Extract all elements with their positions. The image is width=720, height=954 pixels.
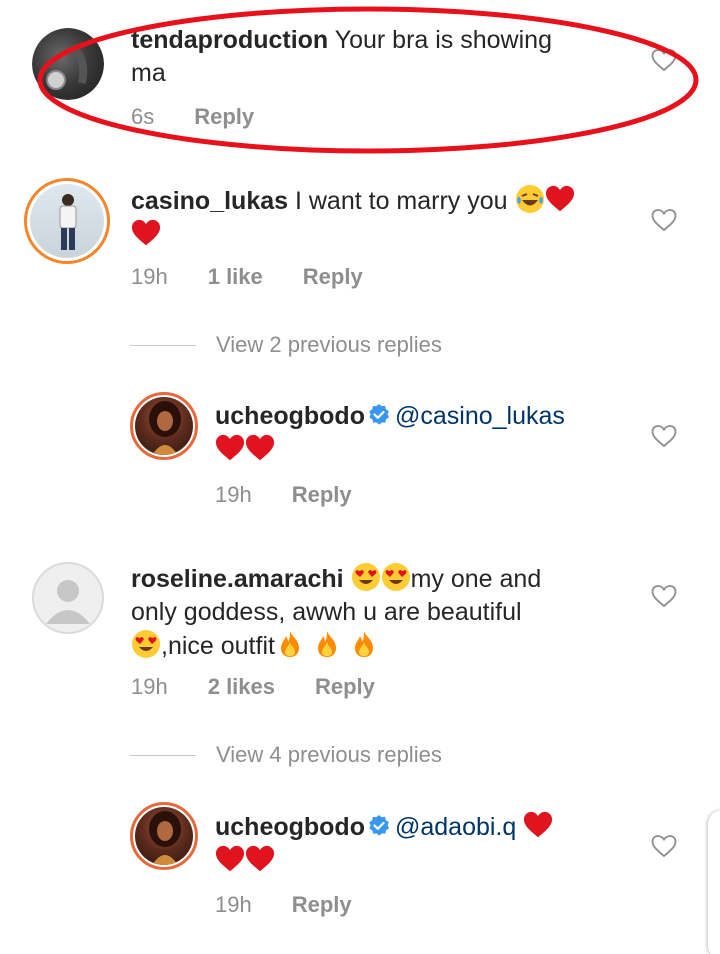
mention-link[interactable]: @adaobi.q bbox=[395, 813, 516, 841]
like-heart-icon[interactable] bbox=[651, 584, 677, 608]
comment-username[interactable]: roseline.amarachi bbox=[131, 565, 344, 593]
comment-meta: 19h 2 likes Reply bbox=[131, 674, 415, 700]
comment-username[interactable]: casino_lukas bbox=[131, 187, 288, 215]
like-heart-icon[interactable] bbox=[651, 424, 677, 448]
reply-username[interactable]: ucheogbodo bbox=[215, 402, 365, 430]
comment-body: I want to marry you bbox=[288, 187, 508, 215]
laughing-crying-emoji-icon bbox=[515, 184, 545, 214]
reply-item: ucheogbodo @adaobi.q 19h Reply bbox=[0, 790, 720, 940]
reply-time: 19h bbox=[215, 892, 252, 917]
comment-body-line3: ,nice outfit bbox=[161, 632, 275, 660]
heart-eyes-emoji-icon bbox=[351, 562, 381, 592]
comment-text: roseline.amarachi my one and only goddes… bbox=[131, 562, 631, 663]
red-heart-emoji-icon bbox=[215, 433, 245, 463]
like-heart-icon[interactable] bbox=[651, 208, 677, 232]
reply-meta: 19h Reply bbox=[215, 892, 392, 918]
reply-button[interactable]: Reply bbox=[292, 892, 352, 917]
reply-button[interactable]: Reply bbox=[303, 264, 363, 289]
comment-item: casino_lukas I want to marry you 19h 1 li… bbox=[0, 160, 720, 300]
heart-eyes-emoji-icon bbox=[131, 629, 161, 659]
red-heart-emoji-icon bbox=[131, 218, 161, 248]
red-heart-emoji-icon bbox=[215, 844, 245, 874]
comment-body: my one and bbox=[410, 565, 542, 593]
reply-text: ucheogbodo @adaobi.q bbox=[215, 810, 635, 878]
red-heart-emoji-icon bbox=[545, 184, 575, 214]
likes-count[interactable]: 2 likes bbox=[208, 674, 275, 699]
comment-text: casino_lukas I want to marry you bbox=[131, 184, 631, 252]
verified-badge-icon bbox=[367, 403, 391, 427]
comment-meta: 19h 1 like Reply bbox=[131, 264, 403, 290]
divider bbox=[130, 754, 196, 756]
reply-item: ucheogbodo @casino_lukas 19h Reply bbox=[0, 380, 720, 520]
reply-button[interactable]: Reply bbox=[292, 482, 352, 507]
comment-body-line2: only goddess, awwh u are beautiful bbox=[131, 598, 522, 626]
reply-button[interactable]: Reply bbox=[315, 674, 375, 699]
fire-emoji-icon bbox=[275, 629, 305, 659]
red-heart-emoji-icon bbox=[523, 810, 553, 840]
divider bbox=[130, 344, 196, 346]
comment-time: 19h bbox=[131, 264, 168, 289]
view-replies-label[interactable]: View 4 previous replies bbox=[216, 742, 442, 768]
fire-emoji-icon bbox=[349, 629, 379, 659]
reply-meta: 19h Reply bbox=[215, 482, 392, 508]
avatar[interactable] bbox=[130, 802, 198, 870]
reply-time: 19h bbox=[215, 482, 252, 507]
reply-username[interactable]: ucheogbodo bbox=[215, 813, 365, 841]
view-replies-label[interactable]: View 2 previous replies bbox=[216, 332, 442, 358]
avatar-placeholder[interactable] bbox=[32, 562, 104, 634]
heart-eyes-emoji-icon bbox=[381, 562, 411, 592]
view-previous-replies[interactable]: View 2 previous replies bbox=[130, 332, 442, 358]
avatar[interactable] bbox=[24, 178, 110, 264]
mention-link[interactable]: @casino_lukas bbox=[395, 402, 565, 430]
red-heart-emoji-icon bbox=[245, 844, 275, 874]
red-heart-emoji-icon bbox=[245, 433, 275, 463]
reply-text: ucheogbodo @casino_lukas bbox=[215, 400, 635, 467]
like-heart-icon[interactable] bbox=[651, 834, 677, 858]
annotation-ellipse bbox=[37, 6, 699, 154]
comment-item: roseline.amarachi my one and only goddes… bbox=[0, 540, 720, 710]
fire-emoji-icon bbox=[312, 629, 342, 659]
scroll-edge-handle bbox=[708, 810, 720, 954]
comment-time: 19h bbox=[131, 674, 168, 699]
verified-badge-icon bbox=[367, 814, 391, 838]
likes-count[interactable]: 1 like bbox=[208, 264, 263, 289]
avatar[interactable] bbox=[130, 392, 198, 460]
view-previous-replies[interactable]: View 4 previous replies bbox=[130, 742, 442, 768]
